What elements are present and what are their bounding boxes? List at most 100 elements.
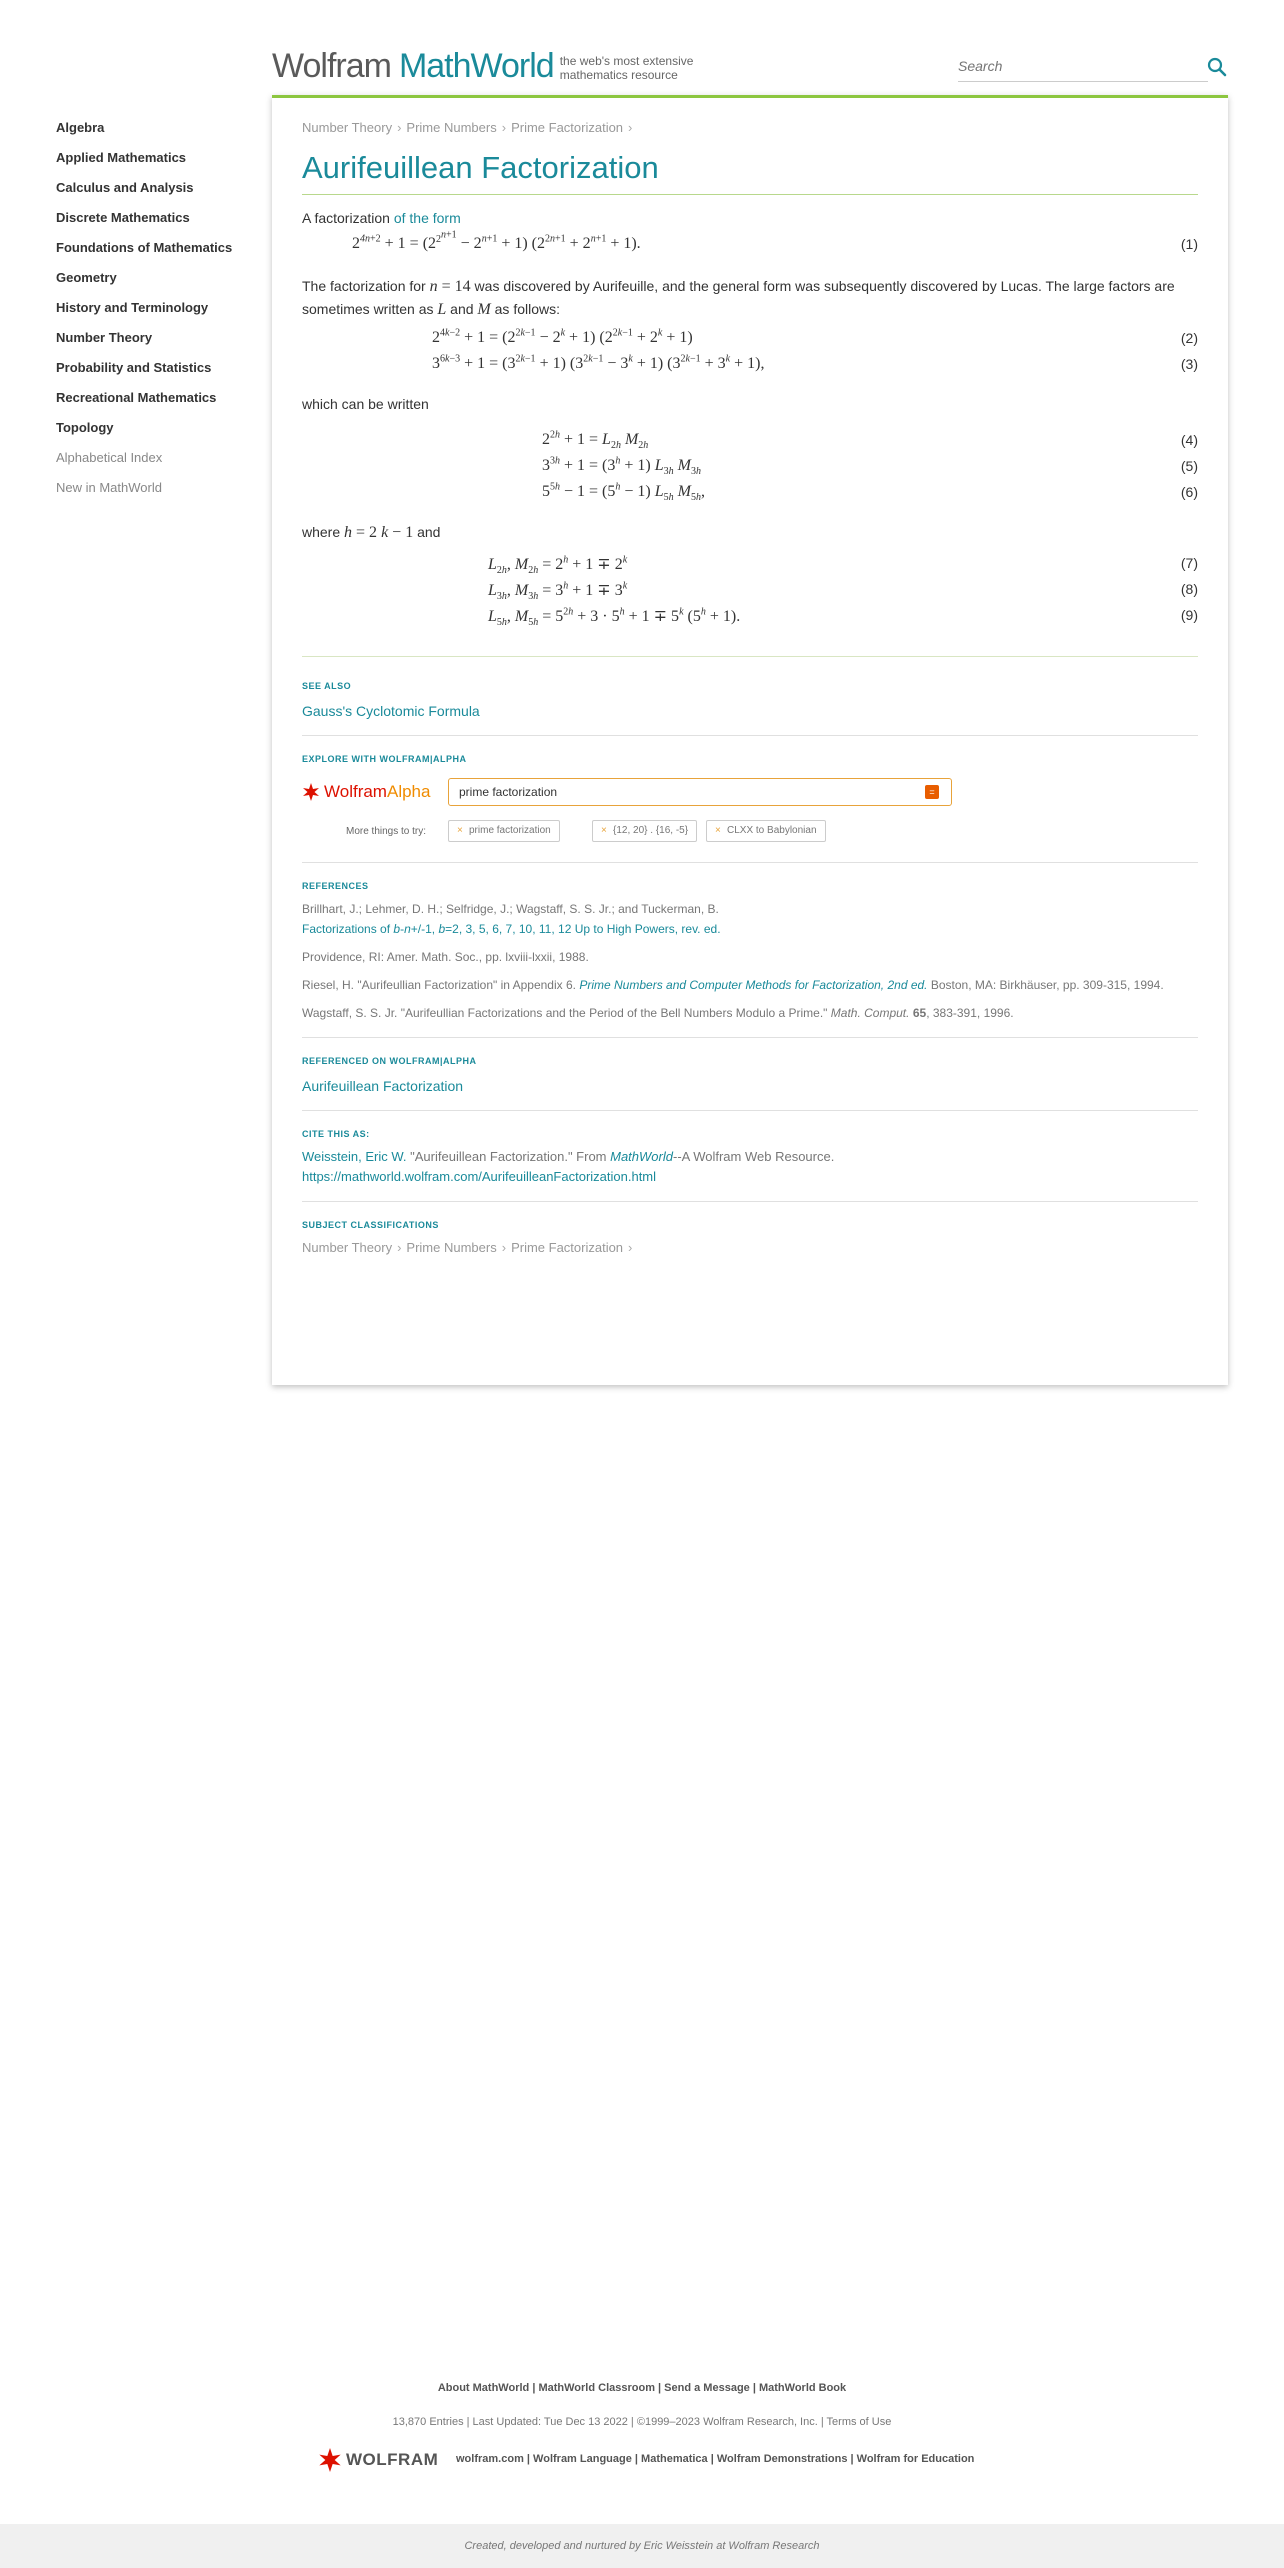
breadcrumb-separator: › [397,1240,402,1255]
equation-4: 22h + 1 = L2h M2h (4) [302,429,1198,455]
reference-1-link[interactable]: Factorizations of b-n+/-1, b=2, 3, 5, 6,… [302,922,721,936]
cite-mathworld-link[interactable]: MathWorld [610,1149,673,1164]
search-button[interactable] [1206,56,1228,78]
search-box [958,52,1208,82]
where-paragraph: where h = 2 k − 1 and [302,521,1198,544]
inline-math: L [437,301,447,318]
breadcrumb-prime-numbers[interactable]: Prime Numbers [406,120,496,135]
sidebar-item-discrete-mathematics[interactable]: Discrete Mathematics [56,208,276,238]
wolfram-alpha-input[interactable]: prime factorization = [448,778,952,806]
sidebar-item-topology[interactable]: Topology [56,418,276,448]
article-card: Number Theory › Prime Numbers › Prime Factor… [272,95,1228,1385]
sidebar-item-calculus-and-analysis[interactable]: Calculus and Analysis [56,178,276,208]
equation-8: L3h, M3h = 3h + 1 ∓ 3k (8) [302,578,1198,604]
cite-author-link[interactable]: Weisstein, Eric W. [302,1149,407,1164]
try-chip[interactable]: CLXX to Babylonian [706,820,826,842]
breadcrumb-separator: › [628,1240,633,1255]
sidebar-item-new-in-mathworld[interactable]: New in MathWorld [56,478,276,508]
footer-meta: 13,870 Entries | Last Updated: Tue Dec 1… [392,2416,892,2428]
page-title: Aurifeuillean Factorization [302,148,1198,195]
reference-text: Riesel, H. "Aurifeullian Factorization" … [302,978,576,992]
divider [302,1201,1198,1202]
sidebar-item-alphabetical-index[interactable]: Alphabetical Index [56,448,276,478]
equation-3-math: 36k−3 + 1 = (32k−1 + 1) (32k−1 − 3k + 1)… [432,353,765,372]
subject-heading: Subject classifications [302,1220,439,1230]
equation-5-math: 33h + 1 = (3h + 1) L3h M3h [542,455,701,478]
cite-text: --A Wolfram Web Resource. [672,1149,835,1164]
breadcrumb-separator: › [628,120,633,135]
footer-brand-text: WOLFRAM [346,2450,439,2469]
equation-9: L5h, M5h = 52h + 3 · 5h + 1 ∓ 5k (5h + 1… [302,604,1198,630]
intro-link-of-the-form[interactable]: of the form [394,210,461,226]
cite-url-link[interactable]: https://mathworld.wolfram.com/Aurifeuill… [302,1169,656,1184]
topic-sidebar: Algebra Applied Mathematics Calculus and… [56,118,276,508]
equation-number: (7) [1180,555,1198,571]
equation-number: (3) [1180,356,1198,372]
sidebar-item-geometry[interactable]: Geometry [56,268,276,298]
para-text: as follows: [494,301,560,317]
breadcrumb-separator: › [501,120,507,135]
referenced-on-section: Referenced on Wolfram|Alpha Aurifeuillea… [302,1054,1198,1096]
references-section: References Brillhart, J.; Lehmer, D. H.;… [302,879,1198,1023]
sidebar-item-probability-and-statistics[interactable]: Probability and Statistics [56,358,276,388]
inline-math: M [477,301,491,318]
footer-links[interactable]: About MathWorld | MathWorld Classroom | … [0,2382,1284,2394]
equation-number: (4) [1180,432,1198,448]
reference-2: Riesel, H. "Aurifeullian Factorization" … [302,975,1198,995]
logo-tagline: the web's most extensive mathematics res… [559,54,694,82]
para-text: and [450,301,474,317]
see-also-section: See also Gauss's Cyclotomic Formula [302,679,1198,721]
equation-5: 33h + 1 = (3h + 1) L3h M3h (5) [302,455,1198,481]
mathworld-logo[interactable]: Wolfram MathWorld the web's most extensi… [272,46,700,86]
sidebar-item-algebra[interactable]: Algebra [56,118,276,148]
divider [302,656,1198,657]
try-chip[interactable]: {12, 20} . {16, -5} [592,820,698,842]
subject-prime-factorization[interactable]: Prime Factorization [511,1240,623,1255]
intro-paragraph: A factorization of the form [302,207,1198,229]
reference-text: , 383-391, 1996. [926,1006,1014,1020]
article-content: Number Theory › Prime Numbers › Prime Factor… [302,118,1198,1258]
sidebar-item-number-theory[interactable]: Number Theory [56,328,276,358]
divider [302,1037,1198,1038]
cite-heading: Cite this as: [302,1129,370,1139]
equation-number: (6) [1180,484,1198,500]
subject-number-theory[interactable]: Number Theory [302,1240,392,1255]
logo-mathworld-text: MathWorld [398,47,555,85]
magnifier-icon [1207,57,1227,77]
equation-7: L2h, M2h = 2h + 1 ∓ 2k (7) [302,552,1198,578]
equation-4-math: 22h + 1 = L2h M2h [542,429,649,452]
wa-go-button[interactable]: = [925,785,939,799]
sidebar-item-recreational-mathematics[interactable]: Recreational Mathematics [56,388,276,418]
equation-number: (9) [1180,607,1198,623]
sidebar-item-foundations-of-mathematics[interactable]: Foundations of Mathematics [56,238,276,268]
search-input[interactable] [958,52,1208,80]
footer-brand: WOLFRAM wolfram.com | Wolfram Language |… [318,2446,978,2474]
sidebar-item-history-and-terminology[interactable]: History and Terminology [56,298,276,328]
lucas-paragraph: The factorization for n = 14 was discove… [302,275,1198,321]
cite-text: MathWorld [610,1149,673,1164]
subject-prime-numbers[interactable]: Prime Numbers [406,1240,496,1255]
referenced-on-link[interactable]: Aurifeuillean Factorization [302,1076,1198,1096]
footer-wolfram-logo[interactable]: WOLFRAM [318,2448,438,2472]
reference-2-link[interactable]: Prime Numbers and Computer Methods for F… [579,978,927,992]
see-also-link-gauss[interactable]: Gauss's Cyclotomic Formula [302,701,1198,721]
footer-wolfram-links[interactable]: wolfram.com | Wolfram Language | Mathema… [456,2453,974,2465]
equation-number: (1) [1180,236,1198,252]
wolfram-spikey-icon [303,783,319,801]
wolfram-alpha-logo[interactable]: Wolfram Alpha [302,782,430,802]
logo-wolfram-text: Wolfram [272,47,392,85]
breadcrumb-prime-factorization[interactable]: Prime Factorization [511,120,623,135]
para-text: where [302,524,341,540]
wa-logo-wolfram: Wolfram [324,782,387,801]
cite-section: Cite this as: Weisstein, Eric W. "Aurife… [302,1127,1198,1187]
breadcrumb-number-theory[interactable]: Number Theory [302,120,392,135]
para-text: The factorization for [302,278,426,294]
equation-2-math: 24k−2 + 1 = (22k−1 − 2k + 1) (22k−1 + 2k… [432,327,693,346]
intro-text: A factorization [302,210,390,226]
reference-1-publisher: Providence, RI: Amer. Math. Soc., pp. lx… [302,950,589,964]
equation-number: (5) [1180,458,1198,474]
breadcrumb-separator: › [501,1240,507,1255]
sidebar-item-applied-mathematics[interactable]: Applied Mathematics [56,148,276,178]
references-heading: References [302,881,369,891]
try-chip[interactable]: prime factorization [448,820,560,842]
